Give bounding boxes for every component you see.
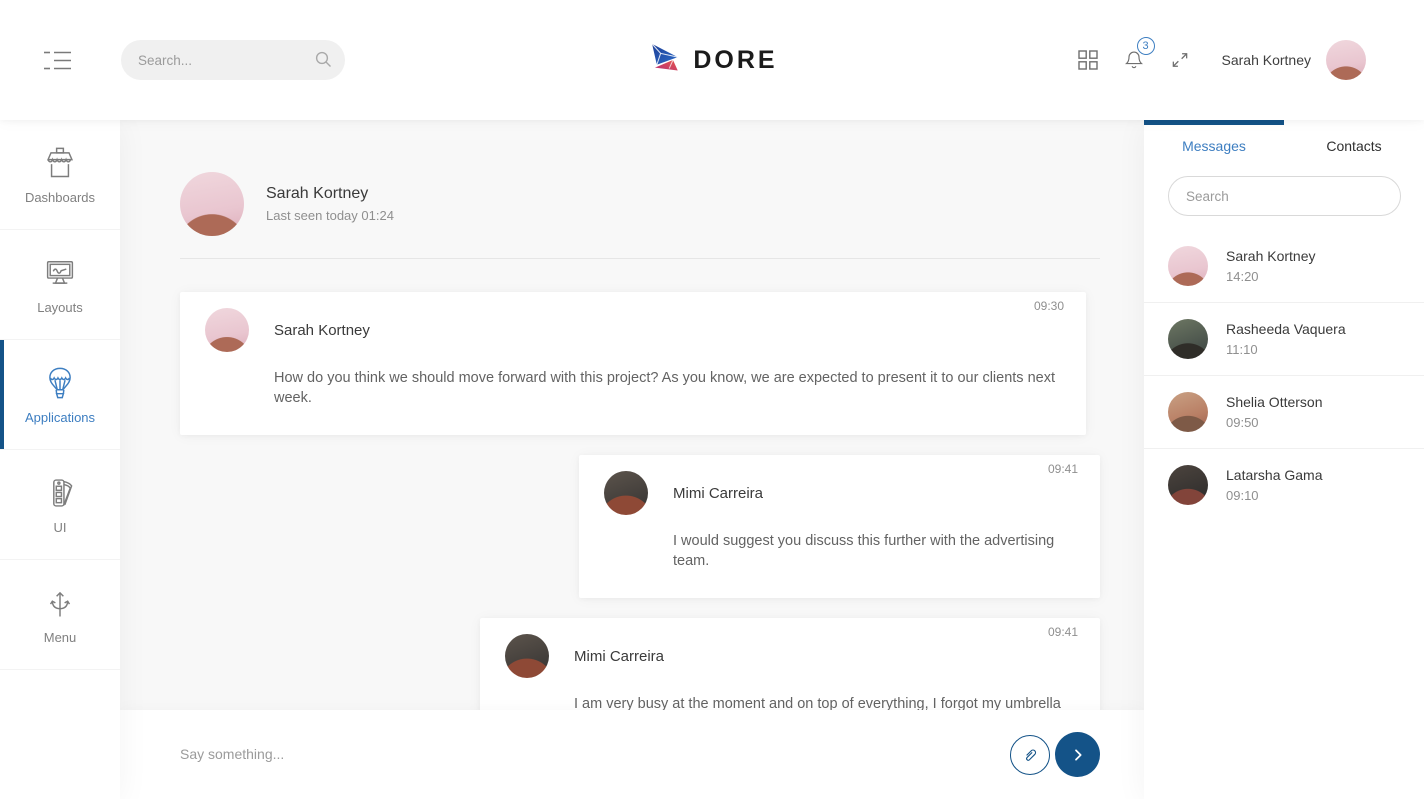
contact-avatar [1168, 246, 1208, 286]
message-avatar [604, 471, 648, 515]
message-avatar [205, 308, 249, 352]
notification-count-badge: 3 [1137, 37, 1155, 55]
apps-grid-icon[interactable] [1078, 50, 1098, 70]
message-card: 09:30 Sarah Kortney How do you think we … [180, 292, 1086, 435]
chat-partner-status: Last seen today 01:24 [266, 208, 394, 223]
active-tab-indicator [1144, 120, 1284, 125]
chat-sidebar-tabs: Messages Contacts [1144, 120, 1424, 154]
message-sender: Sarah Kortney [274, 322, 370, 339]
sidebar-item-label: Applications [25, 410, 95, 425]
sidebar-item-ui[interactable]: UI [0, 450, 120, 560]
sidebar-item-label: Layouts [37, 300, 83, 315]
logo-mark-icon [646, 40, 684, 80]
contact-name: Latarsha Gama [1226, 467, 1323, 483]
contact-list: Sarah Kortney 14:20 Rasheeda Vaquera 11:… [1144, 230, 1424, 521]
contact-row-sarah[interactable]: Sarah Kortney 14:20 [1144, 230, 1424, 303]
contact-avatar [1168, 465, 1208, 505]
menu-toggle-icon[interactable] [44, 51, 71, 70]
chat-sidebar: Messages Contacts Sarah Kortney 14:20 Ra… [1144, 120, 1424, 799]
contact-row-shelia[interactable]: Shelia Otterson 09:50 [1144, 376, 1424, 449]
main-sidebar: Dashboards Layouts Applications [0, 120, 120, 799]
tab-contacts[interactable]: Contacts [1284, 138, 1424, 154]
contact-row-rasheeda[interactable]: Rasheeda Vaquera 11:10 [1144, 303, 1424, 376]
message-avatar [505, 634, 549, 678]
color-swatches-icon [42, 475, 78, 511]
chat-main: Sarah Kortney Last seen today 01:24 09:3… [120, 120, 1144, 799]
chevron-right-icon [1070, 747, 1086, 763]
paperclip-icon [1021, 746, 1039, 764]
contact-avatar [1168, 392, 1208, 432]
search-icon[interactable] [315, 51, 332, 68]
sidebar-item-layouts[interactable]: Layouts [0, 230, 120, 340]
sidebar-item-dashboards[interactable]: Dashboards [0, 120, 120, 230]
message-sender: Mimi Carreira [574, 648, 664, 665]
contact-row-latarsha[interactable]: Latarsha Gama 09:10 [1144, 449, 1424, 521]
navbar-search-input[interactable] [121, 40, 345, 80]
contact-time: 09:10 [1226, 488, 1323, 503]
chat-header: Sarah Kortney Last seen today 01:24 [180, 172, 1100, 236]
shop-icon [42, 145, 78, 181]
contact-time: 11:10 [1226, 342, 1346, 357]
fullscreen-icon[interactable] [1170, 50, 1190, 70]
notifications-bell-icon[interactable]: 3 [1124, 49, 1144, 71]
contact-name: Rasheeda Vaquera [1226, 321, 1346, 337]
contact-time: 09:50 [1226, 415, 1323, 430]
tab-messages[interactable]: Messages [1144, 138, 1284, 154]
message-sender: Mimi Carreira [673, 485, 763, 502]
chat-message-input[interactable] [180, 746, 1010, 762]
message-list: 09:30 Sarah Kortney How do you think we … [180, 259, 1100, 761]
message-card: 09:41 Mimi Carreira I would suggest you … [579, 455, 1100, 598]
logo-text: DORE [693, 46, 777, 75]
contact-time: 14:20 [1226, 269, 1316, 284]
navbar-user-avatar[interactable] [1326, 40, 1366, 80]
contacts-search [1168, 176, 1401, 216]
contact-avatar [1168, 319, 1208, 359]
sidebar-item-label: UI [54, 520, 67, 535]
message-time: 09:30 [1034, 299, 1064, 313]
branch-arrows-icon [42, 585, 78, 621]
attach-file-button[interactable] [1010, 735, 1050, 775]
navbar-user-name[interactable]: Sarah Kortney [1222, 52, 1312, 68]
sidebar-item-applications[interactable]: Applications [0, 340, 120, 450]
sidebar-item-menu[interactable]: Menu [0, 560, 120, 670]
chat-input-bar [120, 710, 1144, 799]
message-text: How do you think we should move forward … [274, 369, 1061, 408]
chat-partner-avatar [180, 172, 244, 236]
send-message-button[interactable] [1055, 732, 1100, 777]
chat-partner-name: Sarah Kortney [266, 185, 394, 203]
message-time: 09:41 [1048, 625, 1078, 639]
sidebar-item-label: Dashboards [25, 190, 95, 205]
top-navbar: DORE 3 Sarah Kortney [0, 0, 1424, 120]
monitor-icon [42, 255, 78, 291]
contact-name: Shelia Otterson [1226, 394, 1323, 410]
navbar-search [121, 40, 345, 80]
contact-name: Sarah Kortney [1226, 248, 1316, 264]
air-balloon-icon [42, 365, 78, 401]
message-text: I would suggest you discuss this further… [673, 532, 1075, 571]
app-logo[interactable]: DORE [646, 40, 777, 80]
sidebar-item-label: Menu [44, 630, 77, 645]
message-time: 09:41 [1048, 462, 1078, 476]
contacts-search-input[interactable] [1169, 177, 1400, 215]
